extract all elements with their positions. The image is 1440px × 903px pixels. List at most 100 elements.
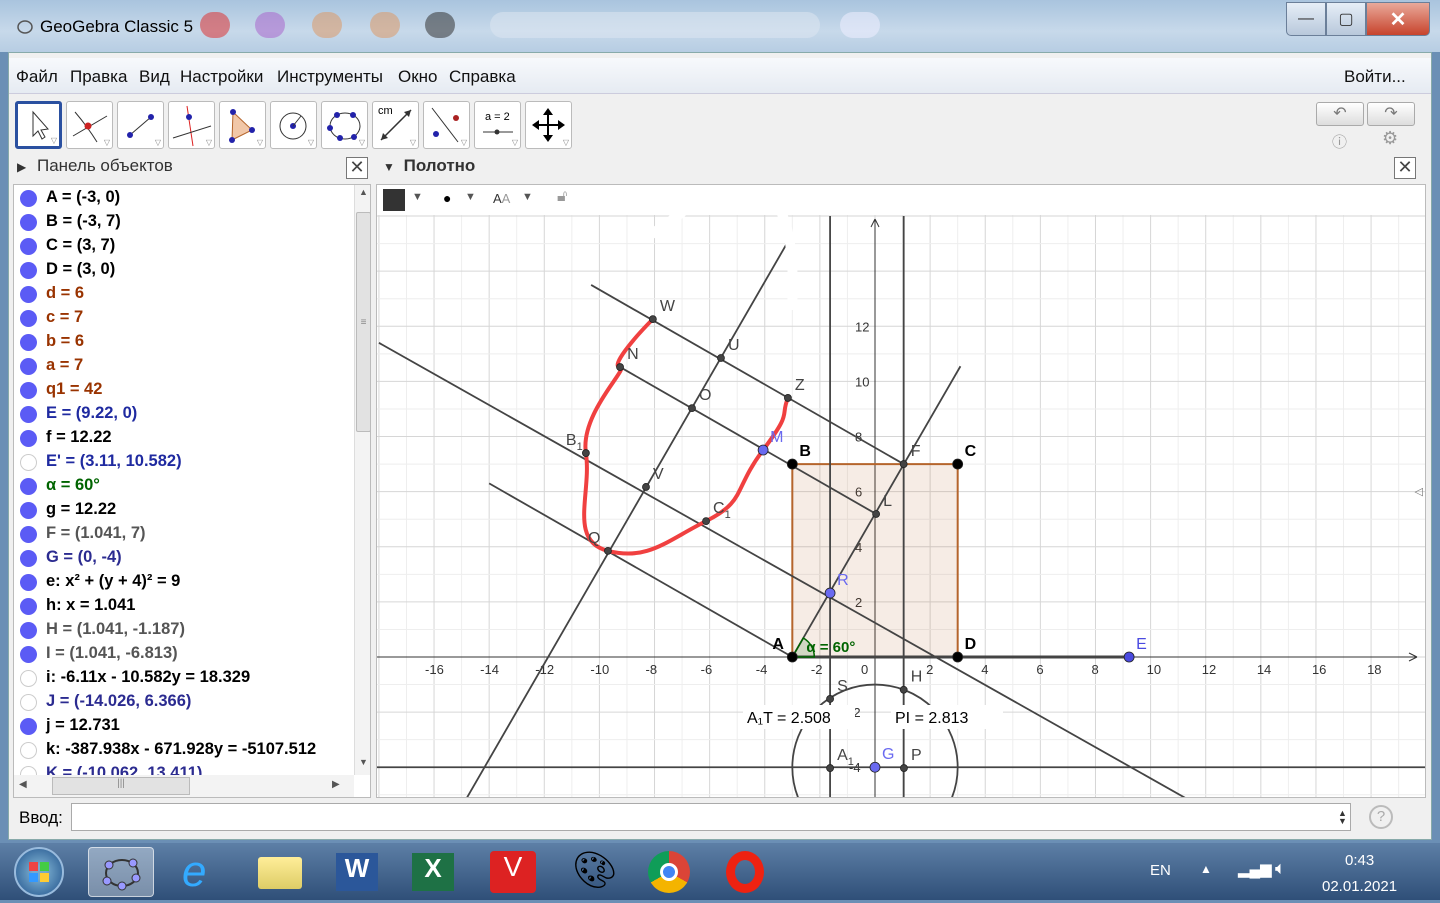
point-label: F bbox=[911, 443, 921, 460]
vertical-scrollbar[interactable]: ▲ ≡ ▼ bbox=[354, 185, 370, 775]
visibility-toggle[interactable] bbox=[20, 742, 37, 759]
visibility-toggle[interactable] bbox=[20, 382, 37, 399]
menu-help[interactable]: Справка bbox=[449, 67, 516, 87]
visibility-toggle[interactable] bbox=[20, 454, 37, 471]
visibility-toggle[interactable] bbox=[20, 286, 37, 303]
taskbar-chrome[interactable] bbox=[636, 847, 702, 897]
visibility-toggle[interactable] bbox=[20, 310, 37, 327]
updown-icon[interactable]: ▲ ▼ bbox=[1338, 809, 1347, 826]
tool-move[interactable]: ▽ bbox=[15, 101, 62, 149]
input-help-button[interactable]: ? bbox=[1369, 805, 1393, 829]
triangle-down-icon[interactable]: ▼ bbox=[383, 160, 395, 174]
chevron-down-icon[interactable]: ▼ bbox=[522, 191, 533, 203]
graphics-view[interactable]: -16-14-12-10-8-6-4-2024681012141618-6-4-… bbox=[376, 184, 1426, 798]
point-b bbox=[786, 458, 798, 470]
tool-perpendicular[interactable]: ▽ bbox=[168, 101, 215, 149]
chevron-down-icon[interactable]: ▼ bbox=[412, 191, 423, 203]
tool-polygon[interactable]: ▽ bbox=[219, 101, 266, 149]
visibility-toggle[interactable] bbox=[20, 406, 37, 423]
visibility-toggle[interactable] bbox=[20, 334, 37, 351]
volume-icon[interactable]: 🔈︎ bbox=[1275, 858, 1286, 879]
visibility-toggle[interactable] bbox=[20, 670, 37, 687]
visibility-toggle[interactable] bbox=[20, 262, 37, 279]
visibility-toggle[interactable] bbox=[20, 214, 37, 231]
taskbar-opera[interactable] bbox=[712, 847, 778, 897]
taskbar-word[interactable]: W bbox=[324, 847, 390, 897]
redo-button[interactable]: ↷ bbox=[1367, 102, 1415, 126]
visibility-toggle[interactable] bbox=[20, 430, 37, 447]
tool-move-view[interactable]: ▽ bbox=[525, 101, 572, 149]
menu-view[interactable]: Вид bbox=[139, 67, 170, 87]
visibility-toggle[interactable] bbox=[20, 550, 37, 567]
algebra-item-text: H = (1.041, -1.187) bbox=[46, 620, 185, 638]
taskbar-presentation-app[interactable]: V bbox=[480, 847, 546, 897]
angle-label: α = 60° bbox=[806, 639, 855, 656]
taskbar-paint[interactable]: 🎨︎ bbox=[558, 847, 624, 897]
taskbar-excel[interactable]: X bbox=[400, 847, 466, 897]
maximize-button[interactable]: ▢ bbox=[1326, 2, 1366, 36]
tool-segment[interactable]: ▽ bbox=[117, 101, 164, 149]
collapse-arrow-icon[interactable]: ◁ bbox=[1415, 485, 1423, 498]
visibility-toggle[interactable] bbox=[20, 190, 37, 207]
input-field[interactable] bbox=[71, 803, 1351, 831]
close-window-button[interactable]: ✕ bbox=[1366, 2, 1430, 36]
horizontal-scrollbar[interactable]: ◀ ||| ▶ bbox=[14, 775, 354, 797]
taskbar-file-explorer[interactable] bbox=[246, 847, 312, 897]
tool-distance[interactable]: cm ▽ bbox=[372, 101, 419, 149]
network-icon[interactable]: ▂▄▆ bbox=[1238, 860, 1272, 878]
clock-date[interactable]: 02.01.2021 bbox=[1322, 878, 1397, 895]
taskbar-internet-explorer[interactable]: e bbox=[168, 847, 234, 897]
visibility-toggle[interactable] bbox=[20, 358, 37, 375]
close-graphics-button[interactable]: ✕ bbox=[1394, 157, 1416, 179]
tool-circle[interactable]: ▽ bbox=[270, 101, 317, 149]
tool-reflect[interactable]: ▽ bbox=[423, 101, 470, 149]
help-icon[interactable]: ⓘ bbox=[1332, 131, 1347, 152]
visibility-toggle[interactable] bbox=[20, 622, 37, 639]
visibility-toggle[interactable] bbox=[20, 694, 37, 711]
visibility-toggle[interactable] bbox=[20, 574, 37, 591]
visibility-toggle[interactable] bbox=[20, 598, 37, 615]
start-button[interactable] bbox=[14, 847, 64, 897]
tool-slider[interactable]: a = 2 ▽ bbox=[474, 101, 521, 149]
menu-edit[interactable]: Правка bbox=[70, 67, 127, 87]
visibility-toggle[interactable] bbox=[20, 238, 37, 255]
lock-icon[interactable]: 🔓︎ bbox=[557, 188, 567, 206]
x-tick-label: 8 bbox=[1091, 662, 1098, 677]
visibility-toggle[interactable] bbox=[20, 478, 37, 495]
menu-settings[interactable]: Настройки bbox=[180, 67, 263, 87]
menu-window[interactable]: Окно bbox=[398, 67, 438, 87]
clock-time[interactable]: 0:43 bbox=[1345, 852, 1374, 869]
algebra-item-text: I = (1.041, -6.813) bbox=[46, 644, 178, 662]
visibility-toggle[interactable] bbox=[20, 502, 37, 519]
label-style-icon[interactable]: AA bbox=[493, 191, 510, 206]
triangle-right-icon[interactable]: ▶ bbox=[17, 160, 26, 174]
visibility-toggle[interactable] bbox=[20, 526, 37, 543]
visibility-toggle[interactable] bbox=[20, 718, 37, 735]
gear-icon[interactable]: ⚙ bbox=[1382, 128, 1398, 149]
point-s bbox=[826, 694, 834, 703]
tool-intersect[interactable]: ▽ bbox=[66, 101, 113, 149]
chevron-down-icon[interactable]: ▼ bbox=[465, 191, 476, 203]
point-w bbox=[648, 315, 657, 324]
point-f bbox=[899, 460, 908, 468]
minimize-button[interactable]: — bbox=[1286, 2, 1326, 36]
language-indicator[interactable]: EN bbox=[1150, 862, 1171, 879]
point-label: V bbox=[653, 466, 664, 483]
menu-tools[interactable]: Инструменты bbox=[277, 67, 383, 87]
undo-button[interactable]: ↶ bbox=[1316, 102, 1364, 126]
graphics-canvas[interactable]: -16-14-12-10-8-6-4-2024681012141618-6-4-… bbox=[377, 185, 1426, 798]
algebra-item-text: f = 12.22 bbox=[46, 428, 112, 446]
tool-conic[interactable]: ▽ bbox=[321, 101, 368, 149]
show-hidden-icons[interactable]: ▲ bbox=[1200, 862, 1212, 876]
visibility-toggle[interactable] bbox=[20, 646, 37, 663]
algebra-panel-header: ▶ Панель объектов bbox=[17, 156, 173, 182]
point-style-icon[interactable]: ● bbox=[443, 190, 451, 206]
x-tick-label: -6 bbox=[701, 662, 713, 677]
taskbar-geogebra[interactable] bbox=[88, 847, 154, 897]
menu-file[interactable]: Файл bbox=[16, 67, 58, 87]
close-algebra-button[interactable]: ✕ bbox=[346, 157, 368, 179]
login-link[interactable]: Войти... bbox=[1344, 67, 1406, 87]
color-button[interactable] bbox=[383, 189, 405, 211]
rectangle-abcd bbox=[791, 463, 959, 658]
algebra-item-text: g = 12.22 bbox=[46, 500, 117, 518]
